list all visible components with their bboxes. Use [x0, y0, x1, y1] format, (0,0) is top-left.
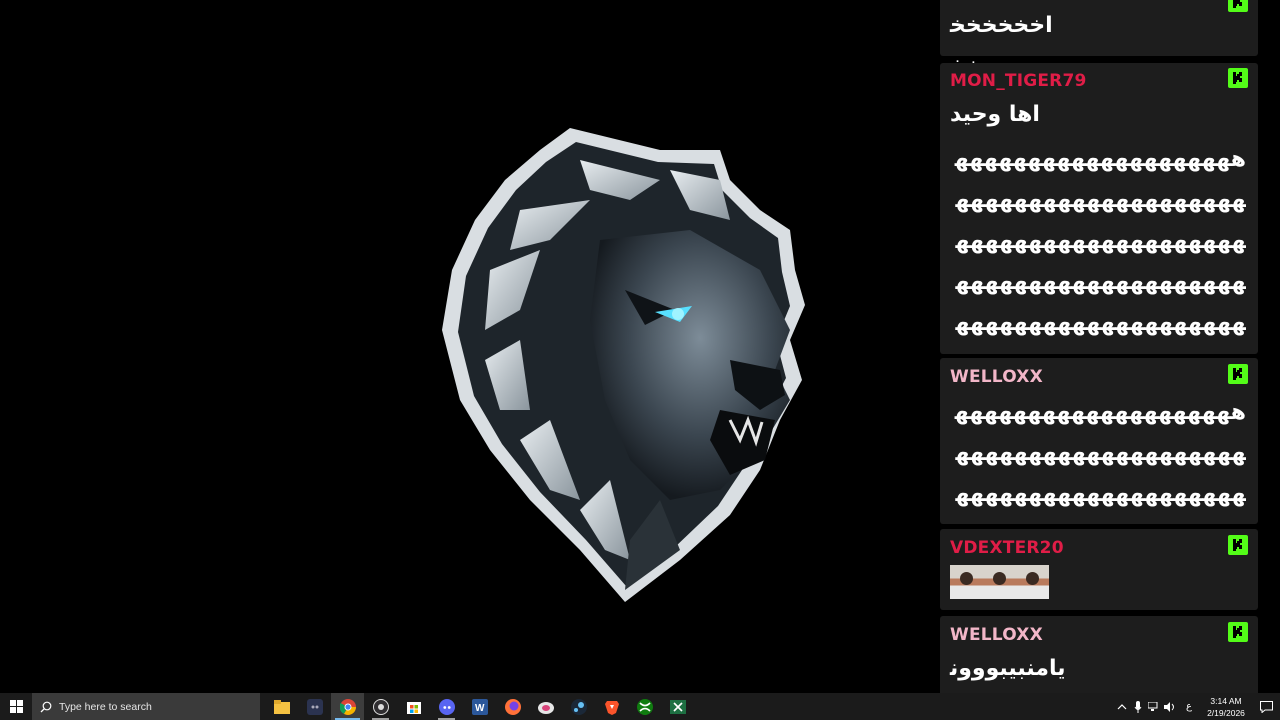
file-explorer-icon[interactable] — [265, 693, 298, 720]
chevron-up-icon[interactable] — [1114, 693, 1130, 720]
stream-background — [0, 0, 930, 693]
clock-date: 2/19/2026 — [1207, 707, 1245, 718]
microphone-icon[interactable] — [1130, 693, 1146, 720]
chat-overlay: اخخخخخخخخ MON_TIGER79 اها وحيد ههههههههه… — [940, 0, 1258, 693]
language-indicator[interactable]: ع — [1178, 693, 1200, 720]
firefox-icon[interactable] — [496, 693, 529, 720]
face-emote — [950, 565, 983, 599]
chrome-icon[interactable] — [331, 693, 364, 720]
discord-icon[interactable] — [430, 693, 463, 720]
volume-icon[interactable] — [1162, 693, 1178, 720]
search-icon — [40, 701, 52, 712]
lion-logo — [442, 128, 805, 602]
taskbar-apps: W — [265, 693, 694, 720]
word-icon[interactable]: W — [463, 693, 496, 720]
taskbar: Type here to search W ع 3:14 AM 2/19/202… — [0, 693, 1280, 720]
chat-message: WELLOXX يامنبيبووونذذ — [940, 616, 1258, 693]
taskbar-search-box[interactable]: Type here to search — [32, 693, 260, 720]
network-icon[interactable] — [1146, 693, 1162, 720]
steam-icon[interactable] — [562, 693, 595, 720]
clock-time: 3:14 AM — [1210, 695, 1242, 706]
chat-message: VDEXTER20 — [940, 529, 1258, 610]
face-emote — [1016, 565, 1049, 599]
system-tray: ع 3:14 AM 2/19/2026 — [1114, 693, 1280, 720]
excel-icon[interactable] — [661, 693, 694, 720]
chat-username: WELLOXX — [950, 367, 1043, 387]
kick-badge-icon — [1228, 68, 1248, 88]
chat-message: WELLOXX هههههههههههههههههههههههههههههههه… — [940, 358, 1258, 524]
kick-badge-icon — [1228, 364, 1248, 384]
chat-message-text: اخخخخخخخخ — [950, 13, 1053, 79]
chat-username: WELLOXX — [950, 625, 1043, 645]
kick-badge-icon — [1228, 0, 1248, 12]
svg-text:W: W — [475, 703, 485, 714]
chat-username: MON_TIGER79 — [950, 71, 1087, 91]
brave-icon[interactable] — [595, 693, 628, 720]
chat-message-text: اها وحيد — [950, 102, 1040, 127]
kick-badge-icon — [1228, 622, 1248, 642]
search-placeholder: Type here to search — [59, 700, 152, 713]
three-faces-emote — [950, 565, 1050, 599]
discord-app-icon[interactable] — [298, 693, 331, 720]
windows-icon — [9, 700, 23, 713]
chat-message-text-continued: هههههههههههههههههههههههههههههههههههههههه… — [954, 147, 1246, 336]
start-button[interactable] — [0, 693, 32, 720]
obs-icon[interactable] — [364, 693, 397, 720]
clock[interactable]: 3:14 AM 2/19/2026 — [1200, 695, 1252, 719]
mail-icon[interactable] — [529, 693, 562, 720]
chat-message-text: يامنبيبووونذذ — [950, 656, 1066, 681]
kick-badge-icon — [1228, 535, 1248, 555]
xbox-icon[interactable] — [628, 693, 661, 720]
chat-message: اخخخخخخخخ — [940, 0, 1258, 79]
microsoft-store-icon[interactable] — [397, 693, 430, 720]
chat-message-text: هههههههههههههههههههههههههههههههههههههههه… — [954, 400, 1246, 507]
notification-icon[interactable] — [1252, 693, 1280, 720]
chat-username: VDEXTER20 — [950, 538, 1064, 558]
face-emote — [983, 565, 1016, 599]
chat-message: MON_TIGER79 اها وحيد ههههههههههههههههههه… — [940, 63, 1258, 354]
